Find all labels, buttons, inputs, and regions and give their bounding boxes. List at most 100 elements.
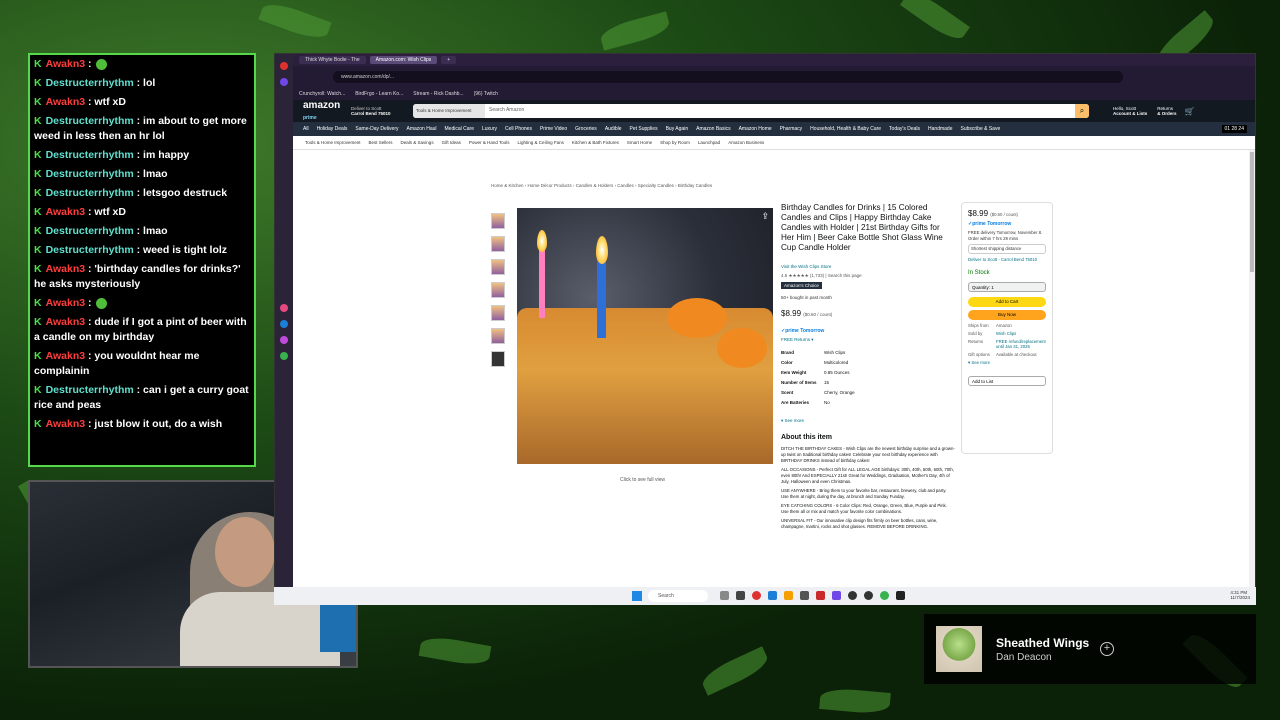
sidebar-app-icon[interactable] (280, 320, 288, 328)
shipping-select[interactable]: Shortest shipping distance (968, 244, 1046, 254)
store-link[interactable]: Visit the Wish Clips Store (781, 264, 831, 269)
sidebar-app-icon[interactable] (280, 304, 288, 312)
returns-orders[interactable]: Returns & Orders (1157, 106, 1176, 116)
chat-username[interactable]: Destructerrhythm (46, 244, 134, 256)
app-icon[interactable] (816, 591, 825, 600)
subnav-item[interactable]: Amazon Business (728, 140, 764, 145)
product-main-image[interactable]: ⇪ (517, 208, 773, 464)
chat-username[interactable]: Awakn3 (46, 58, 86, 70)
nav-item[interactable]: Handmade (928, 126, 952, 132)
task-view-icon[interactable] (720, 591, 729, 600)
nav-item[interactable]: Household, Health & Baby Care (810, 126, 881, 132)
bookmark[interactable]: (96) Twitch (474, 91, 498, 97)
rating[interactable]: 4.5 ★★★★★ (1,733) | Search this page (781, 273, 862, 279)
browser-tab-active[interactable]: Amazon.com: Wish Clips (369, 56, 438, 64)
spotify-icon[interactable] (880, 591, 889, 600)
nav-item[interactable]: Buy Again (666, 126, 689, 132)
app-icon[interactable] (832, 591, 841, 600)
bookmark[interactable]: Stream - Rick Dashb... (413, 91, 463, 97)
add-to-cart-button[interactable]: Add to Cart (968, 297, 1046, 307)
subnav-item[interactable]: Power & Hand Tools (469, 140, 510, 145)
subnav-item[interactable]: Tools & Home Improvement (305, 140, 361, 145)
thumbnail[interactable] (491, 305, 505, 321)
nav-item[interactable]: Subscribe & Save (961, 126, 1001, 132)
subnav-item[interactable]: Deals & Savings (401, 140, 434, 145)
video-thumbnail[interactable] (491, 351, 505, 367)
buy-now-button[interactable]: Buy Now (968, 310, 1046, 320)
sidebar-app-icon[interactable] (280, 78, 288, 86)
chat-username[interactable]: Destructerrhythm (46, 384, 134, 396)
chat-username[interactable]: Destructerrhythm (46, 115, 134, 127)
nav-item[interactable]: Amazon Haul (407, 126, 437, 132)
app-icon[interactable] (864, 591, 873, 600)
click-full-view[interactable]: Click to see full view (620, 477, 665, 483)
app-icon[interactable] (768, 591, 777, 600)
subnav-item[interactable]: Best Sellers (369, 140, 393, 145)
chat-username[interactable]: Awakn3 (46, 96, 86, 108)
chat-username[interactable]: Awakn3 (46, 316, 86, 328)
chat-username[interactable]: Awakn3 (46, 206, 86, 218)
nav-item[interactable]: Medical Care (445, 126, 474, 132)
amazon-logo[interactable]: amazon prime (303, 100, 351, 122)
subnav-item[interactable]: Gift Ideas (442, 140, 461, 145)
sidebar-app-icon[interactable] (280, 352, 288, 360)
search-icon[interactable]: ⌕ (1075, 104, 1089, 118)
thumbnail[interactable] (491, 236, 505, 252)
chat-username[interactable]: Destructerrhythm (46, 77, 134, 89)
app-icon[interactable] (896, 591, 905, 600)
subnav-item[interactable]: Shop by Room (660, 140, 690, 145)
nav-item[interactable]: Today's Deals (889, 126, 920, 132)
thumbnail[interactable] (491, 328, 505, 344)
thumbnail[interactable] (491, 259, 505, 275)
nav-item[interactable]: Audible (605, 126, 622, 132)
nav-item[interactable]: All (303, 126, 309, 132)
deliver-to[interactable]: Deliver to Scott Carrol Bend 75010 (351, 106, 413, 116)
nav-item[interactable]: Holiday Deals (317, 126, 348, 132)
url-field[interactable]: www.amazon.com/dp/... (333, 71, 1123, 83)
nav-item[interactable]: Pharmacy (780, 126, 803, 132)
thumbnail[interactable] (491, 282, 505, 298)
app-icon[interactable] (800, 591, 809, 600)
chat-username[interactable]: Destructerrhythm (46, 187, 134, 199)
free-returns[interactable]: FREE Returns ▾ (781, 337, 814, 343)
nav-item[interactable]: Amazon Home (739, 126, 772, 132)
browser-tab[interactable]: Thick Whyte Bodie - The (299, 56, 366, 64)
breadcrumb[interactable]: Home & Kitchen › Home Décor Products › C… (491, 183, 712, 188)
add-to-list-button[interactable]: Add to List (968, 376, 1046, 386)
nav-item[interactable]: Amazon Basics (696, 126, 730, 132)
app-icon[interactable] (848, 591, 857, 600)
quantity-select[interactable]: Quantity: 1 (968, 282, 1046, 292)
app-icon[interactable] (736, 591, 745, 600)
subnav-item[interactable]: Launchpad (698, 140, 720, 145)
subnav-item[interactable]: Smart Home (627, 140, 652, 145)
deliver-to-link[interactable]: Deliver to Scott - Carrol Bend 75010 (968, 257, 1046, 263)
start-icon[interactable] (632, 591, 642, 601)
chat-username[interactable]: Destructerrhythm (46, 168, 134, 180)
nav-item[interactable]: Pet Supplies (630, 126, 658, 132)
clock[interactable]: 4:31 PM 11/7/2024 (1230, 590, 1250, 600)
nav-item[interactable]: Groceries (575, 126, 597, 132)
nav-item[interactable]: Same-Day Delivery (355, 126, 398, 132)
search-input[interactable]: Search Amazon (485, 104, 1075, 118)
sidebar-app-icon[interactable] (280, 336, 288, 344)
share-icon[interactable]: ⇪ (761, 211, 769, 222)
cart-icon[interactable]: 🛒 (1185, 107, 1195, 115)
subnav-item[interactable]: Lighting & Ceiling Fans (518, 140, 564, 145)
nav-item[interactable]: Prime Video (540, 126, 567, 132)
search-category-select[interactable]: Tools & Home Improvement (413, 104, 485, 118)
folder-icon[interactable] (784, 591, 793, 600)
bookmark[interactable]: BirdFrgo - Learn Ko... (355, 91, 403, 97)
app-icon[interactable] (752, 591, 761, 600)
chat-username[interactable]: Awakn3 (46, 263, 86, 275)
chat-username[interactable]: Awakn3 (46, 350, 86, 362)
add-icon[interactable]: + (1100, 642, 1114, 656)
subnav-item[interactable]: Kitchen & Bath Fixtures (572, 140, 619, 145)
chat-username[interactable]: Awakn3 (46, 418, 86, 430)
page-scrollbar[interactable] (1249, 150, 1255, 590)
bookmark[interactable]: Crunchyroll: Watch... (299, 91, 345, 97)
sidebar-app-icon[interactable] (280, 62, 288, 70)
nav-item[interactable]: Luxury (482, 126, 497, 132)
buybox-see-more[interactable]: ▾ See more (968, 360, 1046, 366)
taskbar-search[interactable]: Search (648, 590, 708, 602)
new-tab-button[interactable]: + (441, 56, 457, 64)
